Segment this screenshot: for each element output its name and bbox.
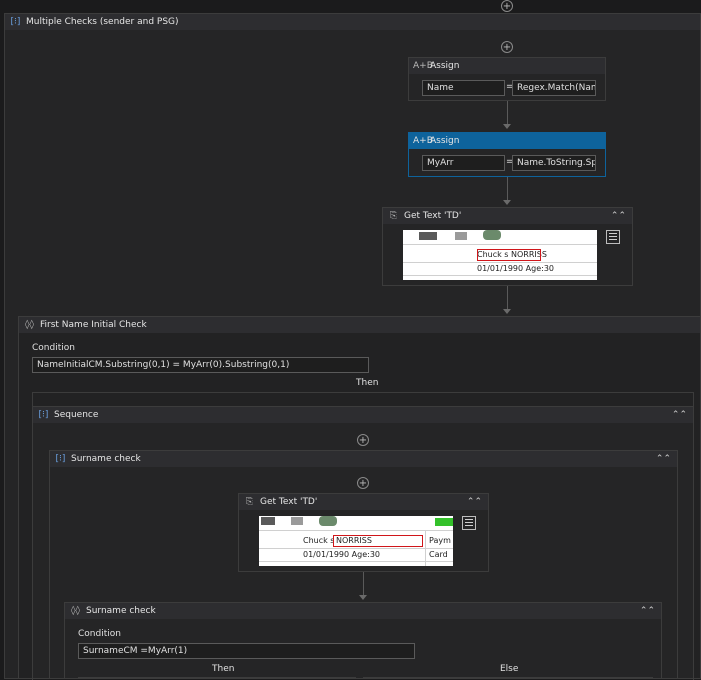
connector-arrow — [359, 595, 367, 600]
screenshot-dob-text: 01/01/1990 Age:30 — [477, 264, 554, 273]
collapse-icon[interactable]: ⌃⌃ — [672, 407, 687, 423]
assign-title: Assign — [430, 61, 460, 71]
screenshot-image-icon — [261, 517, 275, 525]
get-text-header: ⎘ Get Text 'TD' ⌃⌃ — [383, 208, 632, 224]
connector-line — [507, 101, 508, 125]
sequence-icon: [⁝] — [55, 454, 66, 464]
target-screenshot: Chuck s NORRISS Paym 01/01/1990 Age:30 C… — [259, 516, 453, 566]
get-text-icon: ⎘ — [389, 211, 398, 221]
sequence-title: Sequence — [54, 410, 99, 420]
assign-header: A+BAssign — [409, 133, 605, 149]
sequence-header: [⁝] Sequence ⌃⌃ — [33, 407, 693, 423]
connector-arrow — [503, 200, 511, 205]
add-activity-button[interactable]: + — [501, 41, 513, 53]
multiple-checks-header[interactable]: [⁝] Multiple Checks (sender and PSG) — [5, 14, 700, 30]
condition-label: Condition — [32, 343, 75, 353]
connector-arrow — [503, 124, 511, 129]
sequence-icon: [⁝] — [38, 410, 49, 420]
if-header: ◊◊ Surname check ⌃⌃ — [65, 603, 661, 619]
get-text-header: ⎘ Get Text 'TD' ⌃⌃ — [239, 494, 488, 510]
assign-header: A+BAssign — [409, 58, 605, 74]
condition-field[interactable]: NameInitialCM.Substring(0,1) = MyArr(0).… — [32, 357, 369, 373]
add-activity-button[interactable]: + — [501, 0, 513, 12]
screenshot-column-divider — [425, 531, 426, 566]
assign-value-field[interactable]: Name.ToString.Spli — [512, 155, 596, 171]
assign-activity-selected[interactable]: A+BAssign MyArr = Name.ToString.Spli — [408, 132, 606, 177]
multiple-checks-title: Multiple Checks (sender and PSG) — [26, 17, 179, 27]
connector-line — [507, 177, 508, 201]
if-icon: ◊◊ — [25, 320, 34, 330]
assign-icon: A+B — [413, 61, 433, 71]
if-title: First Name Initial Check — [40, 320, 147, 330]
add-activity-button[interactable]: + — [357, 477, 369, 489]
else-label: Else — [500, 664, 519, 674]
connector-arrow — [503, 309, 511, 314]
if-header: ◊◊ First Name Initial Check — [19, 317, 700, 333]
screenshot-col2-row1: Paym — [429, 536, 451, 545]
condition-label: Condition — [78, 629, 121, 639]
collapse-icon[interactable]: ⌃⌃ — [611, 208, 626, 224]
screenshot-divider — [403, 275, 597, 276]
assign-icon: A+B — [413, 136, 433, 146]
sequence-icon: [⁝] — [10, 17, 21, 27]
surname-if-activity[interactable]: ◊◊ Surname check ⌃⌃ Condition SurnameCM =… — [64, 602, 662, 679]
get-text-title: Get Text 'TD' — [260, 497, 318, 507]
screenshot-divider — [403, 262, 597, 263]
collapse-icon[interactable]: ⌃⌃ — [467, 494, 482, 510]
screenshot-image-icon — [455, 232, 467, 240]
options-menu-icon[interactable] — [462, 516, 476, 530]
condition-field[interactable]: SurnameCM =MyArr(1) — [78, 643, 415, 659]
get-text-activity[interactable]: ⎘ Get Text 'TD' ⌃⌃ Chuck s NORRISS 01/01/… — [382, 207, 633, 286]
screenshot-image-icon — [319, 516, 337, 526]
assign-to-field[interactable]: MyArr — [422, 155, 505, 171]
screenshot-name-prefix: Chuck s — [303, 536, 335, 545]
target-highlight-box — [477, 249, 541, 261]
screenshot-image-icon — [291, 517, 303, 525]
surname-sequence-header: [⁝] Surname check ⌃⌃ — [50, 451, 677, 467]
assign-title: Assign — [430, 136, 460, 146]
assign-activity[interactable]: A+BAssign Name = Regex.Match(Name — [408, 57, 606, 101]
then-label: Then — [212, 664, 235, 674]
target-screenshot: Chuck s NORRISS 01/01/1990 Age:30 — [403, 230, 597, 280]
screenshot-col2-row2: Card — [429, 550, 448, 559]
collapse-icon[interactable]: ⌃⌃ — [640, 603, 655, 619]
get-text-title: Get Text 'TD' — [404, 211, 462, 221]
target-highlight-box — [333, 535, 423, 547]
get-text-activity[interactable]: ⎘ Get Text 'TD' ⌃⌃ Chuck s NORRISS Paym 0… — [238, 493, 489, 572]
collapse-icon[interactable]: ⌃⌃ — [656, 451, 671, 467]
screenshot-dob-text: 01/01/1990 Age:30 — [303, 550, 380, 559]
screenshot-image-icon — [435, 518, 453, 526]
screenshot-image-icon — [483, 230, 501, 240]
screenshot-divider — [403, 244, 597, 245]
if-title: Surname check — [86, 606, 156, 616]
surname-sequence-title: Surname check — [71, 454, 141, 464]
connector-line — [363, 572, 364, 596]
screenshot-divider — [259, 548, 453, 549]
options-menu-icon[interactable] — [606, 230, 620, 244]
screenshot-divider — [259, 530, 453, 531]
get-text-icon: ⎘ — [245, 497, 254, 507]
if-icon: ◊◊ — [71, 606, 80, 616]
then-label: Then — [356, 378, 379, 388]
assign-value-field[interactable]: Regex.Match(Name — [512, 80, 596, 96]
connector-line — [507, 286, 508, 310]
assign-to-field[interactable]: Name — [422, 80, 505, 96]
screenshot-divider — [259, 561, 453, 562]
add-activity-button[interactable]: + — [357, 434, 369, 446]
screenshot-image-icon — [419, 232, 437, 240]
